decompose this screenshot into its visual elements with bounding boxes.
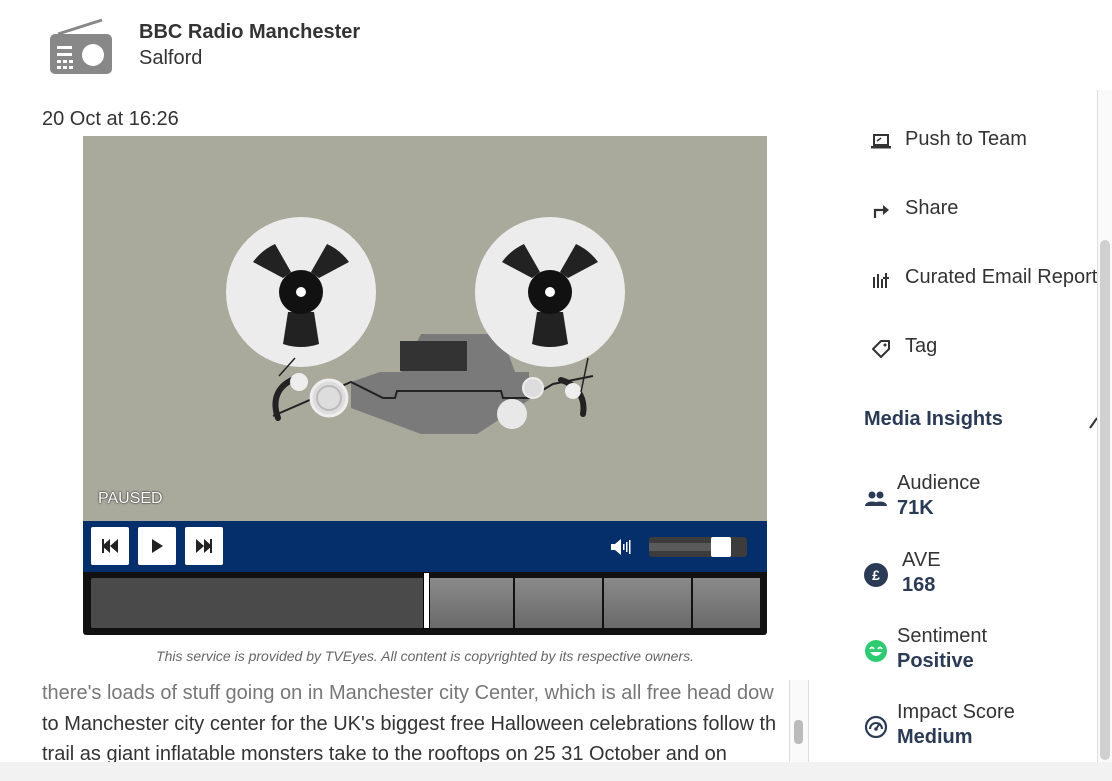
smiley-icon [865, 640, 887, 662]
player-controls [83, 521, 767, 572]
transcript-scrollbar[interactable] [789, 680, 809, 762]
header: BBC Radio Manchester Salford [0, 0, 1112, 92]
station-name[interactable]: BBC Radio Manchester [139, 21, 360, 44]
sidebar-scrollbar[interactable] [1097, 90, 1112, 762]
timeline-playhead[interactable] [423, 572, 430, 629]
curated-email-report-label: Curated Email Report [905, 266, 1098, 288]
sentiment-value: Positive [897, 650, 974, 672]
timeline-segment[interactable] [429, 578, 513, 628]
sidebar-scroll-thumb[interactable] [1100, 240, 1110, 760]
ave-label: AVE [902, 549, 941, 571]
push-to-team-label: Push to Team [905, 128, 1027, 150]
gauge-icon [864, 715, 888, 739]
volume-slider[interactable] [649, 537, 747, 557]
reel-to-reel-illustration [226, 217, 625, 434]
transcript-line: trail as giant inflatable monsters take … [42, 743, 727, 762]
transcript-line: to Manchester city center for the UK's b… [42, 712, 777, 735]
media-player: PAUSED [83, 136, 767, 635]
station-location: Salford [139, 47, 203, 69]
impact-score-label: Impact Score [897, 701, 1015, 723]
timeline-played [91, 578, 425, 628]
audience-value: 71K [897, 497, 934, 519]
bottom-bar [0, 762, 1112, 781]
laptop-icon [871, 134, 891, 149]
play-icon [152, 539, 163, 553]
paused-indicator: PAUSED [98, 490, 163, 507]
transcript-scroll-thumb[interactable] [794, 720, 803, 744]
audience-label: Audience [897, 472, 981, 494]
tag-icon [872, 340, 890, 358]
playback-timeline[interactable] [83, 572, 767, 635]
play-button[interactable] [138, 527, 176, 565]
media-insights-title: Media Insights [864, 408, 1003, 430]
fast-forward-icon [196, 539, 212, 553]
timeline-segment[interactable] [693, 578, 760, 628]
radio-icon [50, 18, 112, 74]
share-arrow-icon [873, 205, 889, 218]
copyright-disclaimer: This service is provided by TVEyes. All … [156, 648, 694, 664]
share-label: Share [905, 197, 959, 219]
timeline-segment[interactable] [515, 578, 602, 628]
volume-fill [649, 543, 711, 551]
report-chart-icon [873, 273, 889, 288]
ave-value: 168 [902, 574, 936, 596]
fast-forward-button[interactable] [185, 527, 223, 565]
transcript: there's loads of stuff going on in Manch… [42, 678, 790, 762]
svg-text:£: £ [872, 567, 880, 583]
volume-icon[interactable] [609, 537, 633, 557]
transcript-line: there's loads of stuff going on in Manch… [42, 682, 774, 704]
rewind-button[interactable] [91, 527, 129, 565]
people-icon [865, 491, 887, 506]
broadcast-timestamp: 20 Oct at 16:26 [42, 108, 179, 130]
tag-label: Tag [905, 335, 938, 357]
player-screen[interactable]: PAUSED [83, 136, 767, 521]
volume-handle[interactable] [711, 537, 731, 557]
sentiment-label: Sentiment [897, 625, 988, 647]
pound-icon: £ [864, 563, 888, 587]
impact-score-value: Medium [897, 726, 973, 748]
rewind-icon [102, 539, 118, 553]
timeline-segment[interactable] [604, 578, 691, 628]
